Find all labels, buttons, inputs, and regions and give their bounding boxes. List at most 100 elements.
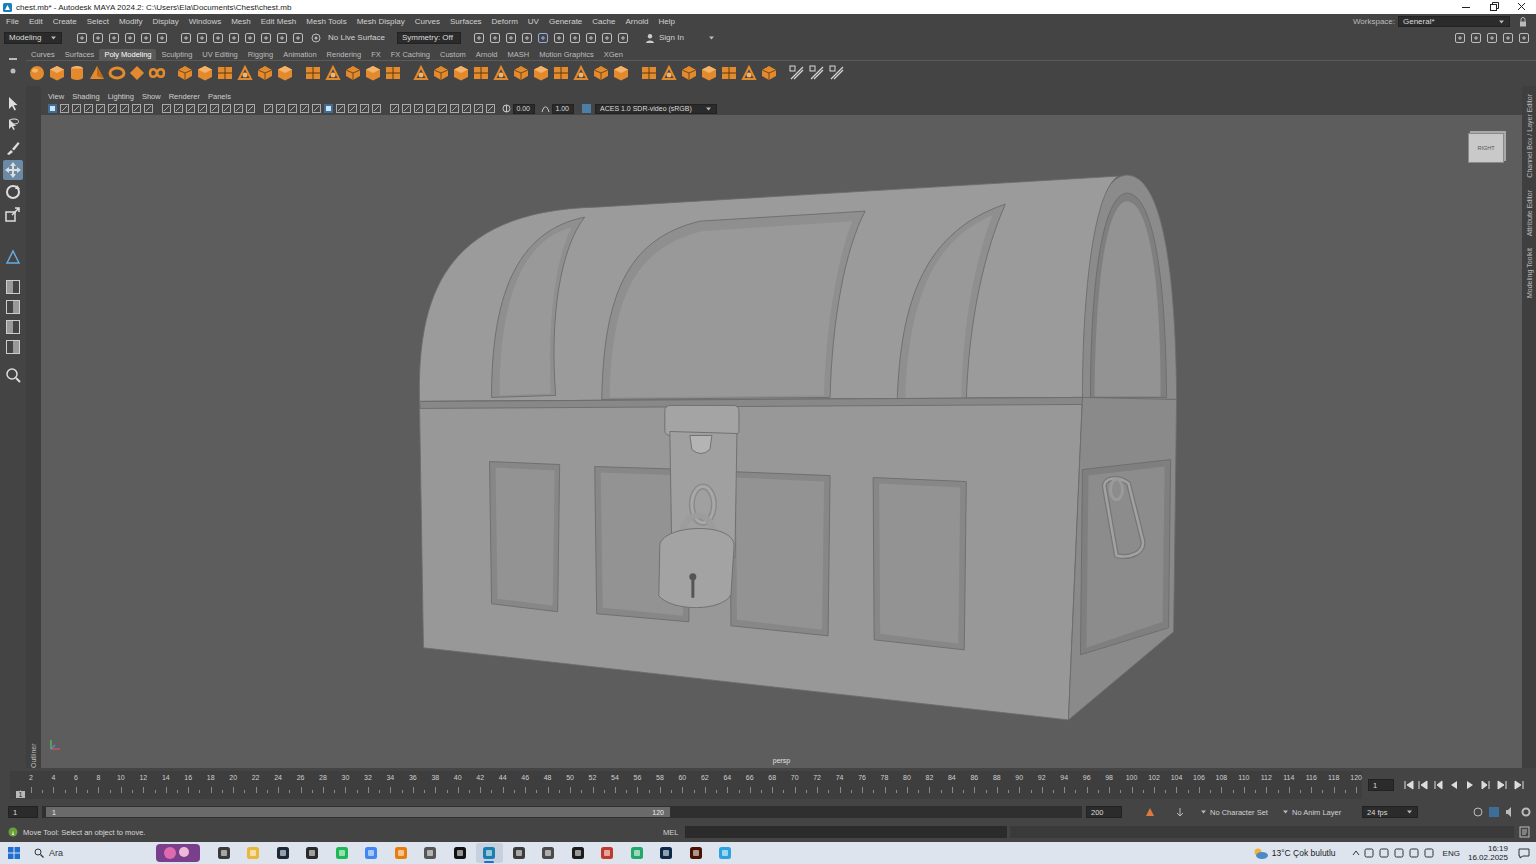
selection-mask-icon[interactable] bbox=[180, 32, 192, 44]
dropdown-arrow-icon[interactable] bbox=[1200, 809, 1207, 815]
shelf-tool-icon[interactable] bbox=[148, 64, 166, 82]
file-icon[interactable] bbox=[140, 32, 152, 44]
shelf-tool-icon[interactable] bbox=[196, 64, 214, 82]
file-icon[interactable] bbox=[156, 32, 168, 44]
script-language-toggle[interactable]: MEL bbox=[663, 828, 681, 837]
taskbar-app[interactable] bbox=[623, 843, 650, 863]
shelf-tab[interactable]: Curves bbox=[26, 49, 60, 60]
viewport-tool-icon[interactable] bbox=[209, 103, 220, 114]
viewport-menu-item[interactable]: Renderer bbox=[165, 92, 204, 101]
close-icon[interactable] bbox=[1508, 0, 1536, 14]
fps-dropdown[interactable]: 24 fps bbox=[1362, 806, 1418, 818]
selection-mask-icon[interactable] bbox=[276, 32, 288, 44]
minimize-icon[interactable] bbox=[1452, 0, 1480, 14]
tool-button[interactable] bbox=[3, 160, 23, 180]
clock[interactable]: 16:1916.02.2025 bbox=[1468, 844, 1508, 862]
side-tab[interactable]: Channel Box / Layer Editor bbox=[1526, 94, 1533, 178]
viewport-tool-icon[interactable] bbox=[275, 103, 286, 114]
shelf-tool-icon[interactable] bbox=[532, 64, 550, 82]
layout-icon[interactable] bbox=[4, 278, 22, 296]
render-icon[interactable] bbox=[521, 32, 533, 44]
shelf-tool-icon[interactable] bbox=[592, 64, 610, 82]
panel-icon[interactable] bbox=[1502, 32, 1514, 44]
viewport-tool-icon[interactable] bbox=[221, 103, 232, 114]
dropdown-arrow-icon[interactable] bbox=[1282, 809, 1289, 815]
taskbar-app[interactable] bbox=[210, 843, 237, 863]
taskbar-app[interactable] bbox=[535, 843, 562, 863]
taskbar-app[interactable] bbox=[387, 843, 414, 863]
symmetry-dropdown[interactable]: Symmetry: Off bbox=[397, 32, 461, 44]
viewport-tool-icon[interactable] bbox=[197, 103, 208, 114]
tool-button[interactable] bbox=[3, 116, 23, 136]
playback-controls[interactable] bbox=[1402, 779, 1530, 791]
selection-mask-icon[interactable] bbox=[260, 32, 272, 44]
viewport-tool-icon[interactable] bbox=[71, 103, 82, 114]
shelf-tool-icon[interactable] bbox=[760, 64, 778, 82]
exposure-icon[interactable] bbox=[501, 103, 512, 114]
selection-mask-icon[interactable] bbox=[212, 32, 224, 44]
loop-icon[interactable] bbox=[1472, 806, 1484, 818]
viewport-menu-item[interactable]: Panels bbox=[204, 92, 235, 101]
shelf-menu-icon[interactable] bbox=[8, 57, 18, 61]
viewport-tool-icon[interactable] bbox=[485, 103, 496, 114]
tray-icon[interactable] bbox=[1362, 847, 1377, 859]
shelf-tool-icon[interactable] bbox=[680, 64, 698, 82]
sign-in-button[interactable]: Sign In bbox=[641, 33, 719, 43]
render-icon[interactable] bbox=[537, 32, 549, 44]
viewport-menu-item[interactable]: Lighting bbox=[104, 92, 138, 101]
viewport-tool-icon[interactable] bbox=[389, 103, 400, 114]
viewport-menu-item[interactable]: Shading bbox=[68, 92, 104, 101]
color-space-dropdown[interactable]: ACES 1.0 SDR-video (sRGB) bbox=[595, 104, 717, 114]
shelf-tool-icon[interactable] bbox=[48, 64, 66, 82]
shelf-tab[interactable]: Sculpting bbox=[156, 49, 197, 60]
search-icon[interactable] bbox=[4, 366, 22, 384]
viewport-tool-icon[interactable] bbox=[59, 103, 70, 114]
shelf-tool-icon[interactable] bbox=[176, 64, 194, 82]
render-icon[interactable] bbox=[569, 32, 581, 44]
auto-key-icon[interactable] bbox=[1144, 806, 1156, 818]
dropdown-arrow-icon[interactable] bbox=[1498, 19, 1505, 25]
gamma-field[interactable]: 1.00 bbox=[552, 104, 574, 114]
dropdown-arrow-icon[interactable] bbox=[705, 106, 712, 112]
menu-item[interactable]: Create bbox=[48, 17, 82, 26]
current-frame-marker[interactable]: 1 bbox=[16, 791, 25, 798]
shelf-tool-icon[interactable] bbox=[640, 64, 658, 82]
taskbar-search[interactable]: Ara bbox=[28, 845, 150, 861]
shelf-tool-icon[interactable] bbox=[364, 64, 382, 82]
shelf-tool-icon[interactable] bbox=[236, 64, 254, 82]
start-time-field[interactable]: 1 bbox=[8, 806, 38, 818]
viewport-tool-icon[interactable] bbox=[83, 103, 94, 114]
tool-button[interactable] bbox=[3, 182, 23, 202]
viewport-tool-icon[interactable] bbox=[161, 103, 172, 114]
menu-item[interactable]: Mesh Display bbox=[352, 17, 410, 26]
menu-item[interactable]: Deform bbox=[487, 17, 523, 26]
viewport-tool-icon[interactable] bbox=[173, 103, 184, 114]
shelf-curve-tool-icon[interactable] bbox=[828, 64, 846, 82]
shelf-tool-icon[interactable] bbox=[552, 64, 570, 82]
shelf-tool-icon[interactable] bbox=[324, 64, 342, 82]
shelf-tool-icon[interactable] bbox=[720, 64, 738, 82]
file-icon[interactable] bbox=[108, 32, 120, 44]
menu-item[interactable]: Generate bbox=[544, 17, 587, 26]
viewport-tool-icon[interactable] bbox=[95, 103, 106, 114]
viewport-tool-icon[interactable] bbox=[47, 103, 58, 114]
viewport-tool-icon[interactable] bbox=[107, 103, 118, 114]
command-input[interactable] bbox=[685, 826, 1007, 838]
shelf-tool-icon[interactable] bbox=[472, 64, 490, 82]
menu-item[interactable]: Select bbox=[82, 17, 114, 26]
shelf-tool-icon[interactable] bbox=[276, 64, 294, 82]
viewport-tool-icon[interactable] bbox=[323, 103, 334, 114]
file-icon[interactable] bbox=[124, 32, 136, 44]
render-icon[interactable] bbox=[585, 32, 597, 44]
shelf-tool-icon[interactable] bbox=[216, 64, 234, 82]
menu-item[interactable]: Mesh bbox=[226, 17, 256, 26]
viewport-tool-icon[interactable] bbox=[371, 103, 382, 114]
panel-icon[interactable] bbox=[1518, 32, 1530, 44]
viewport-tool-icon[interactable] bbox=[119, 103, 130, 114]
tray-chevron-icon[interactable] bbox=[1350, 847, 1362, 859]
live-surface-icon[interactable] bbox=[310, 32, 322, 44]
dropdown-arrow-icon[interactable] bbox=[708, 35, 715, 41]
viewport-tool-icon[interactable] bbox=[143, 103, 154, 114]
time-slider-track[interactable]: 2468101214161820222426283032343638404244… bbox=[10, 771, 1362, 799]
menu-item[interactable]: Modify bbox=[114, 17, 148, 26]
